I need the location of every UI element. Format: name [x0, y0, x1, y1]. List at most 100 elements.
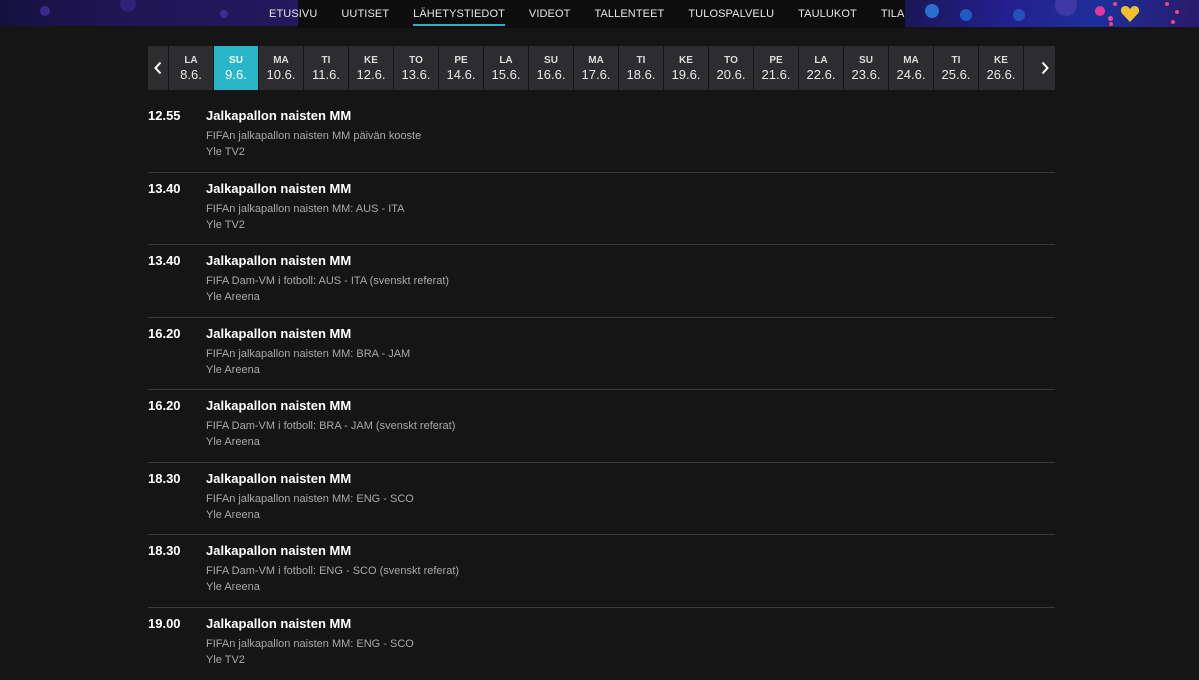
day-name: MA — [903, 54, 919, 67]
day-name: TI — [952, 54, 961, 67]
program-channel: Yle TV2 — [206, 219, 245, 231]
day-name: TI — [322, 54, 331, 67]
day-date: 18.6. — [627, 67, 656, 83]
day-tab[interactable]: LA22.6. — [799, 46, 843, 90]
program-row[interactable]: 18.30 Jalkapallon naisten MM FIFA Dam-VM i… — [148, 535, 1055, 608]
nav-item-etusivu[interactable]: ETUSIVU — [257, 0, 329, 28]
day-date: 15.6. — [492, 67, 521, 83]
day-tab[interactable]: PE21.6. — [754, 46, 798, 90]
day-tab[interactable]: KE12.6. — [349, 46, 393, 90]
day-date: 17.6. — [582, 67, 611, 83]
day-date: 21.6. — [762, 67, 791, 83]
program-title: Jalkapallon naisten MM — [206, 543, 351, 558]
program-title: Jalkapallon naisten MM — [206, 326, 351, 341]
day-date: 9.6. — [225, 67, 247, 83]
day-date: 8.6. — [180, 67, 202, 83]
day-tab[interactable]: SU16.6. — [529, 46, 573, 90]
nav-item-lähetystiedot[interactable]: LÄHETYSTIEDOT — [401, 0, 517, 28]
day-tab[interactable]: T2 — [1024, 46, 1035, 90]
program-row[interactable]: 18.30Jalkapallon naisten MMFIFAn jalkapa… — [148, 463, 1055, 536]
program-time: 19.00 — [148, 616, 181, 631]
date-selector: LA8.6.SU9.6.MA10.6.TI11.6.KE12.6.TO13.6.… — [148, 46, 1055, 90]
nav-item-tallenteet[interactable]: TALLENTEET — [582, 0, 676, 28]
program-title: Jalkapallon naisten MM — [206, 398, 351, 413]
chevron-right-icon — [1040, 61, 1050, 75]
program-channel: Yle TV2 — [206, 654, 245, 666]
day-tab[interactable]: PE14.6. — [439, 46, 483, 90]
day-name: MA — [588, 54, 604, 67]
top-bar: ETUSIVUUUTISETLÄHETYSTIEDOTVIDEOTTALLENT… — [0, 0, 1199, 28]
program-description: FIFAn jalkapallon naisten MM: ENG - SCO — [206, 638, 414, 650]
day-tab[interactable]: TI18.6. — [619, 46, 663, 90]
program-time: 13.40 — [148, 181, 181, 196]
program-channel: Yle Areena — [206, 291, 260, 303]
chevron-left-icon — [153, 61, 163, 75]
day-name: TO — [724, 54, 738, 67]
day-tab[interactable]: SU23.6. — [844, 46, 888, 90]
program-description: FIFA Dam-VM i fotboll: ENG - SCO (svensk… — [206, 565, 459, 577]
program-time: 12.55 — [148, 108, 181, 123]
day-name: KE — [364, 54, 378, 67]
day-tab[interactable]: TI11.6. — [304, 46, 348, 90]
day-name: KE — [994, 54, 1008, 67]
day-date: 10.6. — [267, 67, 296, 83]
program-title: Jalkapallon naisten MM — [206, 181, 351, 196]
day-date: 25.6. — [942, 67, 971, 83]
day-date: 13.6. — [402, 67, 431, 83]
day-date: 24.6. — [897, 67, 926, 83]
day-tab[interactable]: SU9.6. — [214, 46, 258, 90]
program-row[interactable]: 16.20Jalkapallon naisten MMFIFAn jalkapa… — [148, 318, 1055, 391]
program-description: FIFA Dam-VM i fotboll: AUS - ITA (svensk… — [206, 275, 449, 287]
program-row[interactable]: 13.40Jalkapallon naisten MMFIFAn jalkapa… — [148, 173, 1055, 246]
day-name: KE — [679, 54, 693, 67]
program-description: FIFA Dam-VM i fotboll: BRA - JAM (svensk… — [206, 420, 455, 432]
heart-icon — [1120, 5, 1140, 23]
next-days-button[interactable] — [1035, 46, 1055, 90]
day-name: LA — [814, 54, 827, 67]
program-channel: Yle Areena — [206, 364, 260, 376]
program-time: 16.20 — [148, 398, 181, 413]
program-time: 16.20 — [148, 326, 181, 341]
nav-item-uutiset[interactable]: UUTISET — [329, 0, 401, 28]
program-time: 13.40 — [148, 253, 181, 268]
day-name: SU — [544, 54, 558, 67]
nav-item-videot[interactable]: VIDEOT — [517, 0, 583, 28]
previous-days-button[interactable] — [148, 46, 168, 90]
nav-item-tulospalvelu[interactable]: TULOSPALVELU — [676, 0, 786, 28]
day-date: 16.6. — [537, 67, 566, 83]
program-row[interactable]: 13.40 Jalkapallon naisten MM FIFA Dam-VM i… — [148, 245, 1055, 318]
day-tab[interactable]: MA10.6. — [259, 46, 303, 90]
day-date: 26.6. — [987, 67, 1016, 83]
day-date: 12.6. — [357, 67, 386, 83]
program-channel: Yle TV2 — [206, 146, 245, 158]
day-tab[interactable]: TI25.6. — [934, 46, 978, 90]
program-channel: Yle Areena — [206, 436, 260, 448]
program-channel: Yle Areena — [206, 581, 260, 593]
program-row[interactable]: 16.20 Jalkapallon naisten MM FIFA Dam-VM i… — [148, 390, 1055, 463]
day-tab[interactable]: MA24.6. — [889, 46, 933, 90]
program-row[interactable]: 19.00 Jalkapallon naisten MM FIFAn jalkapa… — [148, 608, 1055, 680]
day-tab[interactable]: LA8.6. — [169, 46, 213, 90]
day-tab[interactable]: TO20.6. — [709, 46, 753, 90]
day-tab[interactable]: MA17.6. — [574, 46, 618, 90]
nav-item-taulukot[interactable]: TAULUKOT — [786, 0, 869, 28]
day-tab[interactable]: TO13.6. — [394, 46, 438, 90]
day-tab[interactable]: LA15.6. — [484, 46, 528, 90]
program-title: Jalkapallon naisten MM — [206, 108, 351, 123]
day-name: SU — [859, 54, 873, 67]
day-tab[interactable]: KE26.6. — [979, 46, 1023, 90]
program-row[interactable]: 12.55 Jalkapallon naisten MM FIFAn jalkapa… — [148, 100, 1055, 173]
day-name: PE — [454, 54, 467, 67]
day-name: LA — [184, 54, 197, 67]
program-description: FIFAn jalkapallon naisten MM päivän koos… — [206, 130, 421, 142]
banner-decoration-right — [905, 0, 1199, 27]
program-time: 18.30 — [148, 543, 181, 558]
day-name: TO — [409, 54, 423, 67]
program-time: 18.30 — [148, 471, 181, 486]
day-date: 20.6. — [717, 67, 746, 83]
program-title: Jalkapallon naisten MM — [206, 616, 351, 631]
program-title: Jalkapallon naisten MM — [206, 253, 351, 268]
day-strip: LA8.6.SU9.6.MA10.6.TI11.6.KE12.6.TO13.6.… — [168, 46, 1035, 90]
day-tab[interactable]: KE19.6. — [664, 46, 708, 90]
program-schedule: 12.55 Jalkapallon naisten MM FIFAn jalkapa… — [148, 100, 1055, 680]
